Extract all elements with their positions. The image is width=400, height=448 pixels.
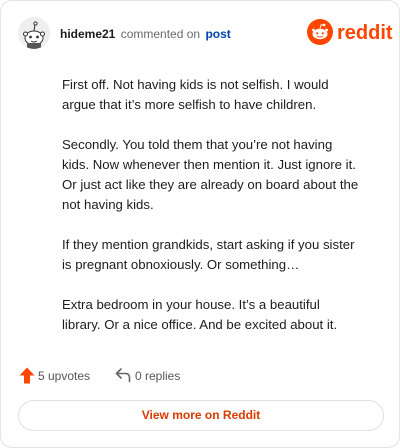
comment-paragraph: First off. Not having kids is not selfis…	[62, 77, 329, 112]
comment-paragraph: Extra bedroom in your house. It’s a beau…	[62, 297, 338, 332]
post-link[interactable]: post	[205, 27, 230, 41]
upvotes-count: 5 upvotes	[38, 369, 91, 383]
comment-body: First off. Not having kids is not selfis…	[62, 75, 362, 355]
reply-arrow-icon	[115, 368, 131, 383]
comment-paragraph: Secondly. You told them that you’re not …	[62, 137, 359, 212]
view-more-button[interactable]: View more on Reddit	[18, 400, 384, 431]
replies-count: 0 replies	[135, 369, 181, 383]
replies-button[interactable]: 0 replies	[115, 367, 195, 385]
comment-paragraph: If they mention grandkids, start asking …	[62, 237, 355, 272]
upvote-arrow-icon	[19, 367, 35, 384]
reddit-wordmark: reddit	[337, 22, 393, 44]
username-link[interactable]: hideme21	[60, 27, 115, 41]
snoo-avatar-icon[interactable]	[18, 17, 50, 49]
reddit-logo-icon	[307, 19, 333, 45]
comment-meta: hideme21 commented on post	[60, 27, 231, 41]
comment-embed-card: hideme21 commented on post reddit First …	[0, 0, 400, 448]
commented-on-text: commented on	[120, 27, 201, 41]
upvote-button[interactable]: 5 upvotes	[19, 367, 109, 385]
reddit-logo[interactable]: reddit	[307, 19, 393, 49]
comment-header: hideme21 commented on post reddit	[18, 17, 393, 51]
